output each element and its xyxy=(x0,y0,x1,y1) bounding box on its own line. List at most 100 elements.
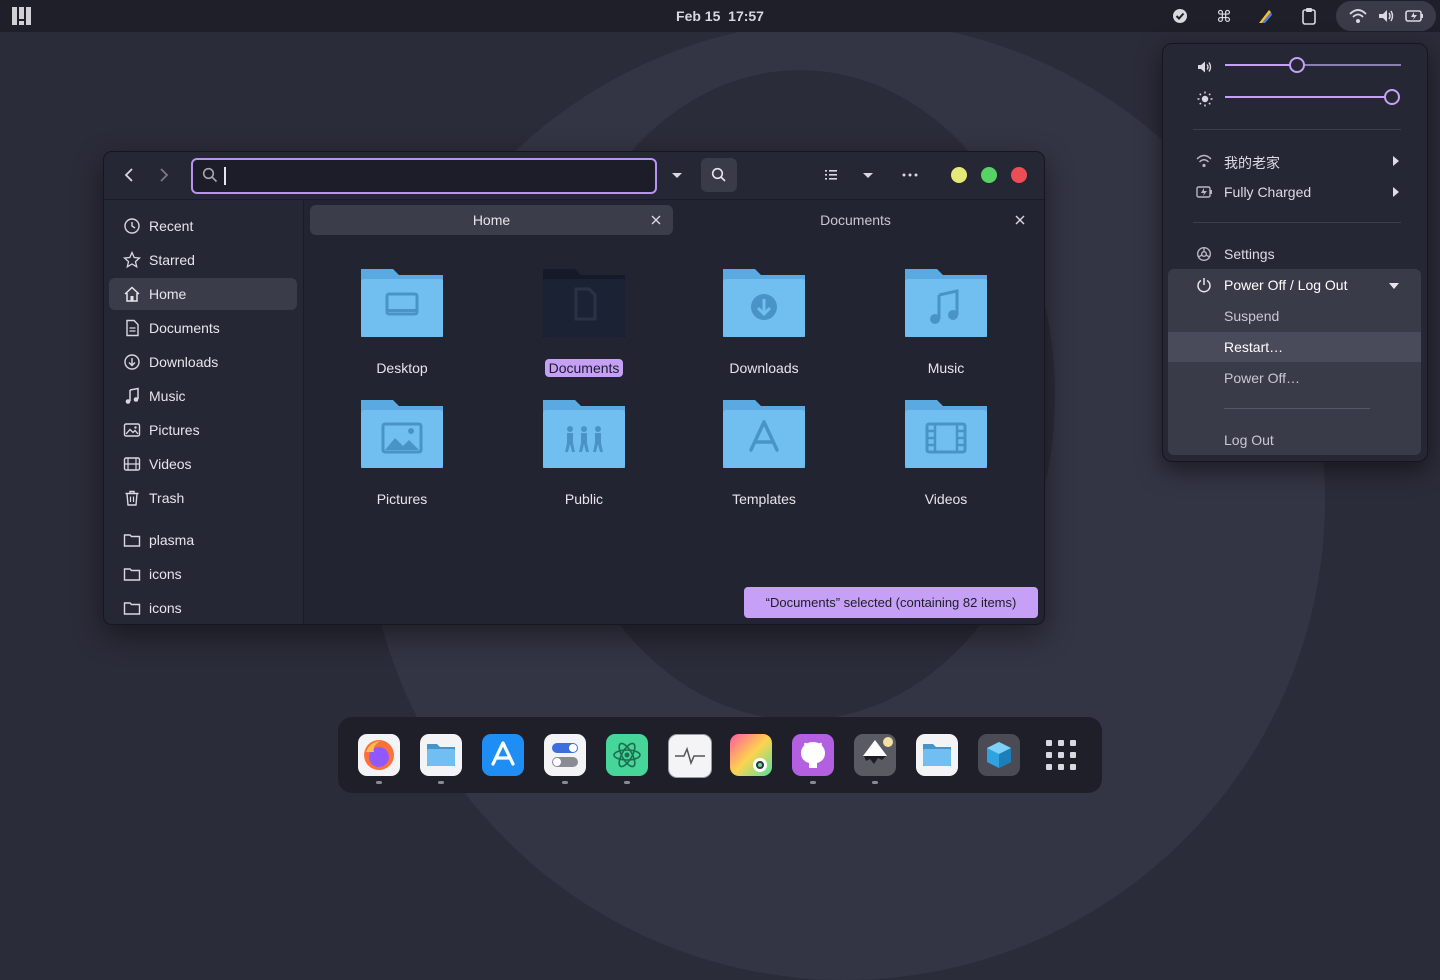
pen-icon[interactable] xyxy=(1256,7,1274,25)
folder-icon xyxy=(123,599,141,617)
sidebar-item-label: Recent xyxy=(149,218,194,234)
search-button[interactable] xyxy=(701,158,737,192)
running-indicator xyxy=(562,781,568,784)
log-out-menu-item[interactable]: Log Out xyxy=(1168,425,1421,455)
clock-time: 17:57 xyxy=(728,8,764,24)
sidebar-item-trash[interactable]: Trash xyxy=(109,482,297,514)
folder-downloads[interactable]: Downloads xyxy=(704,267,824,387)
volume-slider-fill xyxy=(1225,64,1297,66)
folder-label: Documents xyxy=(544,359,624,377)
battery-status-label: Fully Charged xyxy=(1224,184,1312,200)
wifi-icon xyxy=(1196,153,1212,169)
sidebar-item-recent[interactable]: Recent xyxy=(109,210,297,242)
system-monitor-icon[interactable] xyxy=(668,734,712,778)
system-status-menu[interactable] xyxy=(1336,1,1436,31)
github-icon[interactable] xyxy=(792,734,834,776)
app-store-icon[interactable] xyxy=(482,734,524,776)
battery-menu-item[interactable]: Fully Charged xyxy=(1163,177,1427,207)
running-indicator xyxy=(810,781,816,784)
command-icon[interactable]: ⌘ xyxy=(1215,7,1233,26)
star-icon xyxy=(122,250,142,269)
back-button[interactable] xyxy=(118,164,140,186)
chevron-right-icon xyxy=(1393,156,1399,166)
maximize-button[interactable] xyxy=(981,167,997,183)
minimize-button[interactable] xyxy=(951,167,967,183)
brightness-slider-handle[interactable] xyxy=(1384,89,1400,105)
running-indicator xyxy=(624,781,630,784)
sidebar: Recent Starred Home Documents Downloads … xyxy=(104,200,304,624)
close-button[interactable] xyxy=(1011,167,1027,183)
volume-slider-handle[interactable] xyxy=(1289,57,1305,73)
tab-home[interactable]: Home xyxy=(310,205,673,235)
folder-videos[interactable]: Videos xyxy=(886,398,1006,518)
close-tab-icon[interactable] xyxy=(649,213,663,227)
activities-icon[interactable] xyxy=(12,7,31,25)
folder-templates[interactable]: Templates xyxy=(704,398,824,518)
location-search-input[interactable] xyxy=(191,158,657,194)
download-icon xyxy=(123,353,141,371)
sidebar-item-starred[interactable]: Starred xyxy=(109,244,297,276)
sidebar-item-label: icons xyxy=(149,600,182,616)
volume-slider-track[interactable] xyxy=(1297,64,1401,66)
downloads-folder-icon xyxy=(723,269,805,337)
sidebar-bookmark-plasma[interactable]: plasma xyxy=(109,524,297,556)
clock[interactable]: Feb 15 17:57 xyxy=(640,8,800,24)
files-icon[interactable] xyxy=(420,734,462,776)
atom-icon[interactable] xyxy=(606,734,648,776)
wifi-network-label: 我的老家 xyxy=(1224,155,1280,171)
dock xyxy=(338,717,1102,793)
brightness-slider-fill xyxy=(1225,96,1391,98)
sidebar-item-pictures[interactable]: Pictures xyxy=(109,414,297,446)
forward-button[interactable] xyxy=(153,164,175,186)
folder-music[interactable]: Music xyxy=(886,267,1006,387)
firefox-icon[interactable] xyxy=(358,734,400,776)
sidebar-item-downloads[interactable]: Downloads xyxy=(109,346,297,378)
chevron-down-icon xyxy=(1389,283,1399,289)
settings-menu-item[interactable]: Settings xyxy=(1163,239,1427,269)
folder-public[interactable]: Public xyxy=(524,398,644,518)
location-dropdown-button[interactable] xyxy=(659,158,695,192)
sidebar-item-label: Trash xyxy=(149,490,185,506)
view-list-button[interactable] xyxy=(813,158,849,192)
tab-label: Documents xyxy=(820,212,891,228)
tab-documents[interactable]: Documents xyxy=(674,205,1037,235)
folder-icon xyxy=(123,531,141,549)
running-indicator xyxy=(872,781,878,784)
power-menu-header[interactable]: Power Off / Log Out xyxy=(1168,270,1421,300)
view-options-dropdown-button[interactable] xyxy=(850,158,886,192)
folder-pictures[interactable]: Pictures xyxy=(342,398,462,518)
home-icon xyxy=(123,285,141,303)
wifi-icon xyxy=(1349,7,1367,25)
sidebar-item-music[interactable]: Music xyxy=(109,380,297,412)
folder-icon[interactable] xyxy=(916,734,958,776)
videos-folder-icon xyxy=(905,400,987,468)
volume-icon xyxy=(1196,58,1214,76)
folder-desktop[interactable]: Desktop xyxy=(342,267,462,387)
close-tab-icon[interactable] xyxy=(1013,213,1027,227)
tweaks-icon[interactable] xyxy=(544,734,586,776)
suspend-menu-item[interactable]: Suspend xyxy=(1168,301,1421,331)
app-grid-icon[interactable] xyxy=(1040,734,1082,776)
sidebar-bookmark-icons[interactable]: icons xyxy=(109,558,297,590)
inkscape-icon[interactable] xyxy=(854,734,896,776)
templates-folder-icon xyxy=(723,400,805,468)
folder-documents[interactable]: Documents xyxy=(524,267,644,387)
more-options-button[interactable] xyxy=(892,158,928,192)
clipboard-icon[interactable] xyxy=(1300,7,1318,25)
power-off-menu-item[interactable]: Power Off… xyxy=(1168,363,1421,393)
suspend-label: Suspend xyxy=(1224,308,1280,324)
sidebar-item-home[interactable]: Home xyxy=(109,278,297,310)
color-picker-icon[interactable] xyxy=(730,734,772,776)
public-folder-icon xyxy=(543,400,625,468)
running-indicator xyxy=(438,781,444,784)
sidebar-item-videos[interactable]: Videos xyxy=(109,448,297,480)
top-bar: Feb 15 17:57 ⌘ xyxy=(0,0,1440,32)
restart-menu-item[interactable]: Restart… xyxy=(1168,332,1421,362)
folder-label: Templates xyxy=(732,491,796,507)
sidebar-item-documents[interactable]: Documents xyxy=(109,312,297,344)
wifi-menu-item[interactable]: 我的老家 xyxy=(1163,146,1427,176)
sidebar-bookmark-icons[interactable]: icons xyxy=(109,592,297,624)
check-circle-icon[interactable] xyxy=(1171,7,1189,25)
box-icon[interactable] xyxy=(978,734,1020,776)
separator xyxy=(1193,222,1401,223)
